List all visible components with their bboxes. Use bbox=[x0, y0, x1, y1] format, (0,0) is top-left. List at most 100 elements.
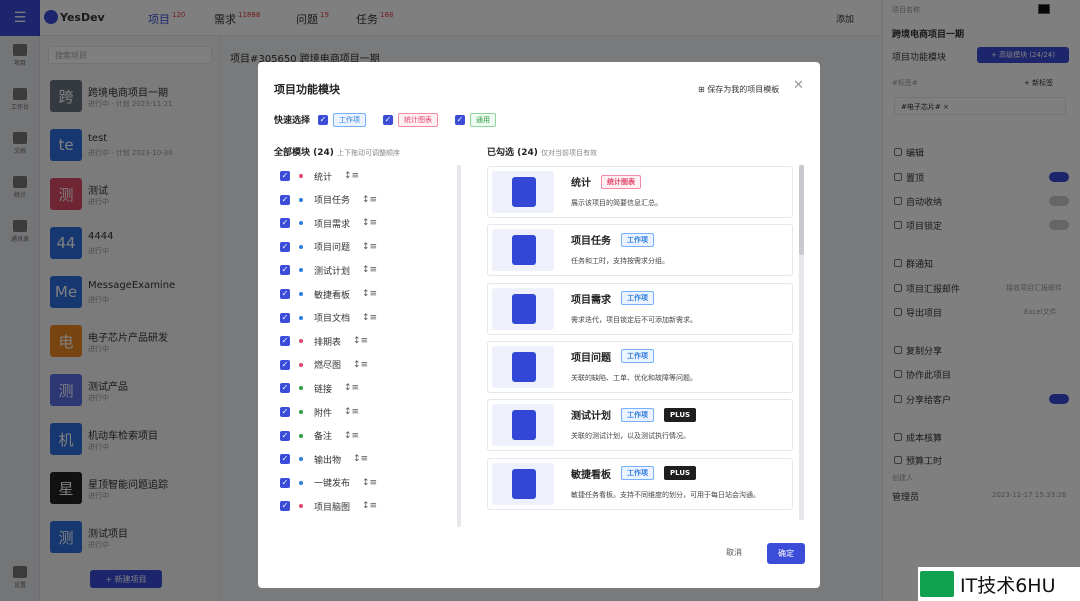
card-description: 敏捷任务看板。支持不同维度的划分，可用于每日站会沟通。 bbox=[571, 490, 760, 499]
module-card[interactable]: 统计 统计图表展示该项目的简要信息汇总。 bbox=[487, 166, 793, 218]
module-row[interactable]: ✓ 排期表 ↕≡ bbox=[280, 333, 368, 349]
confirm-button[interactable]: 确定 bbox=[767, 543, 805, 564]
card-title: 项目任务 bbox=[571, 236, 611, 248]
drag-handle-icon[interactable]: ↕≡ bbox=[353, 454, 368, 464]
module-row[interactable]: ✓ 项目问题 ↕≡ bbox=[280, 239, 377, 255]
module-checkbox[interactable]: ✓ bbox=[280, 501, 290, 512]
close-icon[interactable]: ✕ bbox=[793, 78, 804, 93]
all-modules-count: 全部模块 (24) bbox=[274, 148, 334, 158]
module-name: 一键发布 bbox=[314, 479, 351, 490]
module-row[interactable]: ✓ 项目脑图 ↕≡ bbox=[280, 498, 377, 514]
type-tag: 统计图表 bbox=[398, 113, 438, 127]
drag-handle-icon[interactable]: ↕≡ bbox=[353, 360, 368, 370]
module-row[interactable]: ✓ 备注 ↕≡ bbox=[280, 428, 359, 444]
quick-select-option[interactable]: ✓ 统计图表 bbox=[383, 113, 438, 127]
module-card[interactable]: 项目需求 工作项 需求迭代，项目锁定后不可添加新需求。 bbox=[487, 282, 793, 335]
module-row[interactable]: ✓ 燃尽图 ↕≡ bbox=[280, 357, 368, 373]
card-description: 需求迭代，项目锁定后不可添加新需求。 bbox=[571, 315, 697, 324]
drag-handle-icon[interactable]: ↕≡ bbox=[362, 289, 377, 299]
module-dot bbox=[299, 386, 303, 391]
illustration-glyph bbox=[512, 351, 536, 382]
module-illustration-icon bbox=[492, 229, 554, 272]
checkbox[interactable]: ✓ bbox=[455, 115, 465, 125]
drag-handle-icon[interactable]: ↕≡ bbox=[362, 313, 377, 323]
quick-select-option[interactable]: ✓ 工作项 bbox=[318, 113, 366, 127]
module-row[interactable]: ✓ 项目需求 ↕≡ bbox=[280, 215, 377, 231]
left-scrollbar[interactable] bbox=[457, 165, 461, 527]
module-row[interactable]: ✓ 附件 ↕≡ bbox=[280, 404, 359, 420]
right-scrollbar[interactable] bbox=[799, 165, 804, 520]
quick-select-option[interactable]: ✓ 通用 bbox=[455, 113, 496, 127]
drag-handle-icon[interactable]: ↕≡ bbox=[353, 336, 368, 346]
module-card[interactable]: 项目问题 工作项 关联的缺陷、工单、优化和故障等问题。 bbox=[487, 340, 793, 393]
card-title: 统计 bbox=[571, 178, 591, 189]
module-card[interactable]: 项目任务 工作项 任务和工时，支持按需求分组。 bbox=[487, 224, 793, 277]
selected-hint: 仅对当前项目有效 bbox=[541, 149, 598, 157]
module-checkbox[interactable]: ✓ bbox=[280, 312, 290, 323]
module-row[interactable]: ✓ 统计 ↕≡ bbox=[280, 168, 359, 184]
module-checkbox[interactable]: ✓ bbox=[280, 241, 290, 252]
module-checkbox[interactable]: ✓ bbox=[280, 336, 290, 347]
drag-handle-icon[interactable]: ↕≡ bbox=[344, 431, 359, 441]
scrollbar-thumb[interactable] bbox=[799, 165, 804, 255]
module-name: 测试计划 bbox=[314, 266, 351, 277]
module-card[interactable]: 敏捷看板 工作项 PLUS 敏捷任务看板。支持不同维度的划分，可用于每日站会沟通。 bbox=[487, 457, 793, 510]
module-row[interactable]: ✓ 一键发布 ↕≡ bbox=[280, 475, 377, 491]
module-dot bbox=[299, 197, 303, 202]
drag-handle-icon[interactable]: ↕≡ bbox=[362, 478, 377, 488]
drag-handle-icon[interactable]: ↕≡ bbox=[362, 195, 377, 205]
card-description: 展示该项目的简要信息汇总。 bbox=[571, 199, 662, 207]
drag-handle-icon[interactable]: ↕≡ bbox=[344, 407, 359, 417]
illustration-glyph bbox=[512, 235, 536, 266]
card-tag: 统计图表 bbox=[601, 174, 641, 189]
module-checkbox[interactable]: ✓ bbox=[280, 359, 290, 370]
illustration-glyph bbox=[512, 293, 536, 324]
module-checkbox[interactable]: ✓ bbox=[280, 218, 290, 229]
module-checkbox[interactable]: ✓ bbox=[280, 477, 290, 488]
illustration-glyph bbox=[512, 177, 536, 207]
module-dot bbox=[299, 504, 303, 509]
module-checkbox[interactable]: ✓ bbox=[280, 194, 290, 205]
module-row[interactable]: ✓ 项目任务 ↕≡ bbox=[280, 192, 377, 208]
module-checkbox[interactable]: ✓ bbox=[280, 265, 290, 276]
module-checkbox[interactable]: ✓ bbox=[280, 430, 290, 441]
card-tag: 工作项 bbox=[621, 466, 654, 480]
drag-handle-icon[interactable]: ↕≡ bbox=[344, 383, 359, 393]
module-checkbox[interactable]: ✓ bbox=[280, 454, 290, 465]
module-row[interactable]: ✓ 敏捷看板 ↕≡ bbox=[280, 286, 377, 302]
watermark-text: IT技术6HU bbox=[960, 574, 1056, 597]
module-dot bbox=[299, 362, 303, 367]
save-template-link[interactable]: ⊞ 保存为我的项目模板 bbox=[698, 84, 779, 95]
module-row[interactable]: ✓ 链接 ↕≡ bbox=[280, 380, 359, 396]
drag-handle-icon[interactable]: ↕≡ bbox=[362, 501, 377, 511]
module-checkbox[interactable]: ✓ bbox=[280, 289, 290, 299]
module-checkbox[interactable]: ✓ bbox=[280, 383, 290, 394]
plus-badge: PLUS bbox=[664, 466, 697, 480]
drag-handle-icon[interactable]: ↕≡ bbox=[362, 265, 377, 275]
drag-handle-icon[interactable]: ↕≡ bbox=[362, 242, 377, 252]
module-dot bbox=[299, 480, 303, 485]
module-name: 项目需求 bbox=[314, 219, 351, 230]
module-illustration-icon bbox=[492, 345, 554, 388]
card-description: 任务和工时，支持按需求分组。 bbox=[571, 257, 669, 266]
drag-handle-icon[interactable]: ↕≡ bbox=[362, 218, 377, 228]
drag-handle-icon[interactable]: ↕≡ bbox=[344, 171, 359, 181]
module-row[interactable]: ✓ 项目文档 ↕≡ bbox=[280, 310, 377, 326]
module-dot bbox=[299, 244, 303, 249]
cancel-button[interactable]: 取消 bbox=[726, 547, 742, 558]
checkbox[interactable]: ✓ bbox=[383, 115, 393, 125]
module-dot bbox=[299, 221, 303, 226]
card-title: 项目需求 bbox=[571, 294, 611, 306]
module-checkbox[interactable]: ✓ bbox=[280, 407, 290, 417]
watermark: IT技术6HU bbox=[918, 567, 1080, 601]
module-row[interactable]: ✓ 输出物 ↕≡ bbox=[280, 451, 368, 467]
checkbox[interactable]: ✓ bbox=[318, 115, 328, 125]
module-name: 敏捷看板 bbox=[314, 290, 351, 301]
card-title: 项目问题 bbox=[571, 352, 611, 364]
module-name: 统计 bbox=[314, 172, 333, 183]
module-card[interactable]: 测试计划 工作项 PLUS 关联的测试计划，以及测试执行情况。 bbox=[487, 399, 793, 452]
module-name: 项目文档 bbox=[314, 314, 351, 325]
module-name: 备注 bbox=[314, 432, 333, 443]
module-row[interactable]: ✓ 测试计划 ↕≡ bbox=[280, 262, 377, 278]
module-checkbox[interactable]: ✓ bbox=[280, 171, 290, 181]
